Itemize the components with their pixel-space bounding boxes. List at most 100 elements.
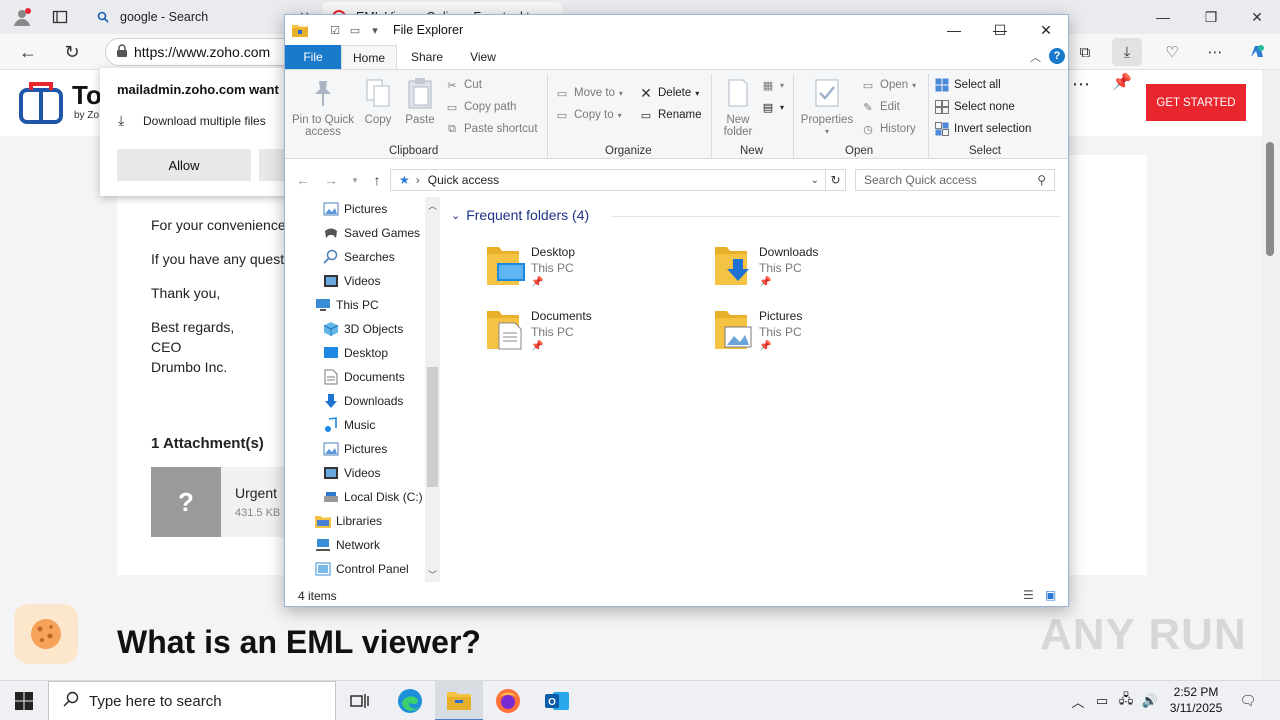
nav-pane-scrollbar[interactable]: ︿ ﹀ (425, 197, 440, 582)
folder-tile-documents[interactable]: Documents This PC 📌 (485, 307, 705, 367)
nav-item-pictures[interactable]: Pictures (323, 197, 387, 221)
new-folder-button[interactable]: New folder (717, 76, 759, 138)
performance-icon[interactable]: ♡ (1157, 38, 1187, 66)
copy-to-button[interactable]: ▭ Copy to ▾ (555, 108, 622, 122)
rename-button[interactable]: ▭ Rename (639, 108, 702, 122)
invert-selection-button[interactable]: Invert selection (935, 122, 1031, 136)
close-icon[interactable]: ✕ (1234, 0, 1280, 34)
nav-item-videos[interactable]: Videos (323, 269, 380, 293)
easy-access-button[interactable]: ▤ ▾ (761, 100, 784, 114)
properties-button[interactable]: Properties ▾ (799, 76, 855, 138)
nav-item-saved-games[interactable]: Saved Games (323, 221, 420, 245)
ribbon-tab-file[interactable]: File (285, 45, 341, 69)
details-view-icon[interactable]: ☰ (1023, 588, 1034, 602)
move-to-button[interactable]: ▭ Move to ▾ (555, 86, 623, 100)
paste-button[interactable]: Paste (401, 76, 439, 126)
restore-icon[interactable]: ❐ (1188, 0, 1234, 34)
nav-item-libraries[interactable]: Libraries (315, 509, 382, 533)
page-scrollbar[interactable] (1262, 70, 1280, 680)
refresh-path-icon[interactable]: ↻ (826, 169, 846, 191)
firefox-taskbar-icon[interactable] (484, 681, 532, 720)
up-arrow-icon[interactable]: ↑ (367, 170, 387, 190)
taskbar-search-box[interactable]: Type here to search (48, 681, 336, 720)
address-path[interactable]: ★ › Quick access ⌄ (390, 169, 826, 191)
help-icon[interactable]: ? (1049, 48, 1065, 64)
edge-taskbar-icon[interactable] (386, 681, 434, 720)
large-icons-view-icon[interactable]: ▣ (1045, 588, 1056, 602)
nav-item-videos[interactable]: Videos (323, 461, 380, 485)
minimize-icon[interactable]: — (1140, 0, 1186, 34)
scroll-up-icon[interactable]: ︿ (428, 199, 437, 212)
network-icon[interactable]: 🖧 (1116, 691, 1136, 711)
customize-toolbar-icon[interactable]: ▾ (367, 23, 383, 37)
path-dropdown-icon[interactable]: ⌄ (811, 175, 819, 186)
file-explorer-taskbar-icon[interactable] (435, 681, 483, 720)
explorer-search-input[interactable]: Search Quick access ⚲ (855, 169, 1055, 191)
folder-tile-pictures[interactable]: Pictures This PC 📌 (713, 307, 933, 367)
nav-item-downloads[interactable]: Downloads (323, 389, 403, 413)
nav-item-music[interactable]: Music (323, 413, 375, 437)
nav-item-network[interactable]: Network (315, 533, 380, 557)
refresh-icon[interactable]: ↻ (58, 38, 86, 66)
frequent-folders-group[interactable]: ⌄ Frequent folders (4) (451, 207, 589, 223)
more-options-icon[interactable]: ⋯ (1072, 74, 1090, 95)
copy-button[interactable]: Copy (361, 76, 395, 126)
start-button[interactable] (0, 681, 48, 720)
nav-item-control-panel[interactable]: Control Panel (315, 557, 409, 581)
profile-icon[interactable] (8, 3, 36, 31)
new-folder-quick-icon[interactable]: ▭ (347, 23, 363, 37)
recent-locations-icon[interactable]: ▾ (345, 170, 365, 190)
select-none-button[interactable]: Select none (935, 100, 1015, 114)
pin-icon[interactable]: 📌 (1112, 72, 1132, 92)
outlook-taskbar-icon[interactable]: O (533, 681, 581, 720)
new-item-button[interactable]: ▦ ▾ (761, 78, 784, 92)
ribbon-tab-share[interactable]: Share (401, 45, 453, 69)
nav-item-local-disk-c[interactable]: Local Disk (C:) (323, 485, 423, 509)
select-all-button[interactable]: Select all (935, 78, 1001, 92)
nav-item-pictures[interactable]: Pictures (323, 437, 387, 461)
open-button[interactable]: ▭ Open ▾ (861, 78, 916, 92)
scroll-down-icon[interactable]: ﹀ (428, 568, 437, 581)
ribbon-tab-view[interactable]: View (457, 45, 509, 69)
system-clock[interactable]: 2:52 PM 3/11/2025 (1160, 684, 1232, 716)
collections-icon[interactable]: ⧉ (1070, 38, 1100, 66)
task-view-icon[interactable] (336, 681, 384, 720)
properties-quick-icon[interactable]: ☑ (327, 23, 343, 37)
paste-shortcut-button[interactable]: ⧉ Paste shortcut (445, 122, 537, 136)
nav-item-this-pc[interactable]: This PC (315, 293, 379, 317)
history-button[interactable]: ◷ History (861, 122, 916, 136)
ribbon-tab-home[interactable]: Home (341, 45, 397, 69)
device-icon[interactable]: ▭ (1092, 691, 1112, 711)
explorer-maximize-icon[interactable]: ☐ (977, 15, 1023, 45)
explorer-minimize-icon[interactable]: — (931, 15, 977, 45)
copy-path-button[interactable]: ▭ Copy path (445, 100, 517, 114)
volume-icon[interactable]: 🔊 (1140, 691, 1160, 711)
pin-to-quick-access-button[interactable]: Pin to Quick access (291, 76, 355, 138)
cookie-settings-button[interactable] (14, 604, 78, 664)
back-icon[interactable]: ← (14, 38, 42, 66)
collapse-ribbon-icon[interactable]: ︿ (1030, 49, 1041, 65)
back-arrow-icon[interactable]: ← (293, 170, 313, 190)
nav-item-desktop[interactable]: Desktop (323, 341, 388, 365)
allow-button[interactable]: Allow (117, 149, 251, 181)
forward-arrow-icon[interactable]: → (321, 170, 341, 190)
folder-tile-desktop[interactable]: Desktop This PC 📌 (485, 243, 705, 303)
folder-tile-downloads[interactable]: Downloads This PC 📌 (713, 243, 933, 303)
cut-button[interactable]: ✂ Cut (445, 78, 482, 92)
nav-item-searches[interactable]: Searches (323, 245, 395, 269)
copilot-icon[interactable] (1242, 38, 1272, 66)
page-scrollbar-thumb[interactable] (1266, 142, 1274, 256)
nav-pane-scrollbar-thumb[interactable] (427, 367, 438, 487)
nav-item-documents[interactable]: Documents (323, 365, 405, 389)
url-input[interactable]: https://www.zoho.com (105, 38, 305, 66)
explorer-close-icon[interactable]: ✕ (1023, 15, 1068, 45)
nav-item-3d-objects[interactable]: 3D Objects (323, 317, 403, 341)
tab-actions-icon[interactable] (46, 3, 74, 31)
delete-button[interactable]: ✕ Delete ▾ (639, 85, 699, 101)
attachment-item[interactable]: ? Urgent 431.5 KB (151, 467, 301, 537)
notifications-icon[interactable]: 🗨 (1238, 691, 1258, 711)
edit-button[interactable]: ✎ Edit (861, 100, 899, 114)
downloads-icon[interactable]: ⤓ (1112, 38, 1142, 66)
get-started-button[interactable]: GET STARTED (1146, 84, 1246, 121)
show-hidden-icons-icon[interactable]: ︿ (1068, 691, 1088, 711)
